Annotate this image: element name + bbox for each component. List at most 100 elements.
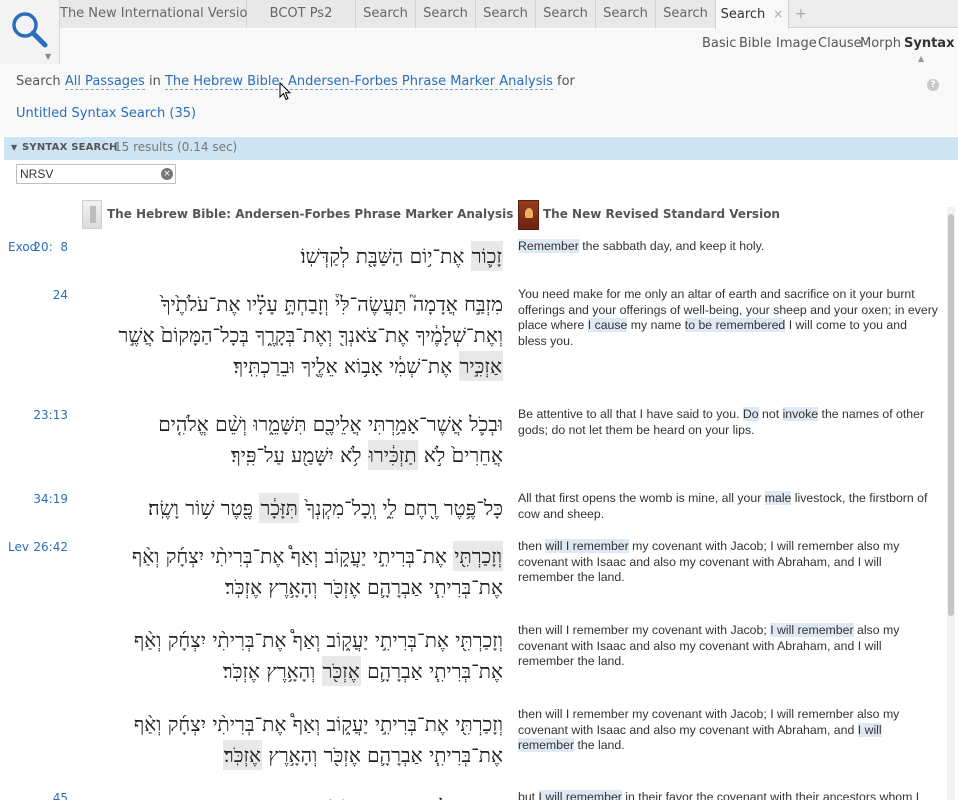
hebrew-segment[interactable]: וְזָכַרְתִּ֖י אֶת־בְּרִיתִ֣י יַעֲק֑וֹב ו… (134, 712, 503, 736)
tab-search-3[interactable]: Search (476, 0, 536, 28)
english-segment[interactable]: but (518, 790, 539, 800)
english-text: then will I remember my covenant with Ja… (518, 623, 938, 670)
english-segment[interactable]: in their favor the covenant with their a… (622, 790, 919, 800)
saved-search-link[interactable]: Untitled Syntax Search (35) (16, 106, 196, 121)
hebrew-segment[interactable]: לֹ֥א יִשָּׁמַ֖ע עַל־פִּֽיךָ׃ (231, 443, 368, 467)
hebrew-match[interactable]: אֶזְכֹּ֖ר (321, 656, 361, 686)
tab-search-2[interactable]: Search (416, 0, 476, 28)
english-match[interactable]: Do (742, 407, 759, 421)
add-tab-button[interactable]: + (795, 0, 811, 28)
english-match[interactable]: male (764, 491, 792, 505)
verse-reference[interactable]: 45 (8, 791, 68, 800)
scope-link[interactable]: All Passages (64, 74, 145, 90)
english-segment[interactable]: the land. (574, 738, 624, 752)
hebrew-match[interactable]: וְזָכַרְתִּ֖י (453, 541, 503, 571)
mode-morph[interactable]: Morph (860, 36, 901, 51)
hebrew-segment[interactable]: אֲחֵרִים֙ לֹ֣א (418, 443, 503, 467)
hebrew-segment[interactable]: אֶת־שְׁמִ֔י אָב֥וֹא אֵלֶ֖יךָ וּבֵרַכְתִּ… (233, 354, 458, 378)
hebrew-segment[interactable]: אֶת־בְּרִיתִ֧י אַבְרָהָ֛ם אֶזְכֹּ֖ר וְהָ… (262, 743, 503, 767)
hebrew-line: אֶת־בְּרִיתִ֧י אַבְרָהָ֛ם אֶזְכֹּ֖ר וְהָ… (80, 656, 503, 687)
tab-search-4[interactable]: Search (536, 0, 596, 28)
english-segment[interactable]: the sabbath day, and keep it holy. (579, 239, 764, 253)
english-match[interactable]: I will remember (538, 790, 622, 800)
hebrew-line: כָּל־פֶּ֥טֶר רֶ֖חֶם לִ֑י וְֽכָל־מִקְנְךָ… (80, 493, 503, 524)
english-segment[interactable]: Be attentive to all that I have said to … (518, 407, 743, 421)
mouse-cursor-icon (279, 82, 291, 101)
english-segment[interactable]: then will I remember my covenant with Ja… (518, 707, 899, 737)
book-name: Lev (8, 540, 29, 554)
hebrew-segment[interactable]: כָּל־פֶּ֥טֶר רֶ֖חֶם לִ֑י וְֽכָל־מִקְנְךָ… (299, 496, 503, 520)
filter-field: × (16, 164, 176, 184)
chapter-verse: 24 (52, 288, 68, 302)
tab-niv-1984[interactable]: The New International Version (1984) (60, 0, 303, 28)
verse-reference[interactable]: Exod 20: 8 (8, 240, 68, 256)
english-segment[interactable]: then will I remember my covenant with Ja… (518, 623, 770, 637)
filter-input[interactable] (17, 165, 157, 183)
hebrew-segment[interactable]: וְזָכַרְתִּ֥י לָהֶ֖ם בְּרִ֣ית רִאשֹׁנִ֑י… (306, 795, 503, 800)
english-match[interactable]: Remember (518, 239, 579, 253)
english-text: Be attentive to all that I have said to … (518, 407, 938, 438)
mode-image[interactable]: Image (776, 36, 817, 51)
hebrew-segment[interactable]: וּבְכֹ֛ל אֲשֶׁר־אָמַ֥רְתִּי אֲלֵיכֶ֖ם תִ… (158, 412, 503, 436)
english-segment[interactable]: my name (627, 318, 684, 332)
english-segment[interactable]: All that first opens the womb is mine, a… (518, 491, 765, 505)
english-match[interactable]: to be remembered (684, 318, 786, 332)
mode-basic[interactable]: Basic (702, 36, 736, 51)
mode-bible[interactable]: Bible (739, 36, 771, 51)
search-query-line: Search All Passages in The Hebrew Bible:… (16, 74, 575, 90)
mode-clause[interactable]: Clause (818, 36, 862, 51)
hebrew-segment[interactable]: וְהָאָ֥רֶץ אֶזְכֹּֽר׃ (223, 659, 322, 683)
tab-search-1[interactable]: Search (356, 0, 416, 28)
hebrew-line: וְזָכַרְתִּ֖י אֶת־בְּרִיתִ֣י יַעֲק֑וֹב ו… (80, 625, 503, 656)
hebrew-match[interactable]: זָכ֛וֹר (470, 241, 503, 271)
english-text: then will I remember my covenant with Ja… (518, 539, 938, 586)
hebrew-segment[interactable]: מִזְבַּ֣ח אֲדָמָה֮ תַּעֲשֶׂה־לִּי֒ וְזָב… (161, 292, 503, 316)
english-text: You need make for me only an altar of ea… (518, 287, 938, 349)
hebrew-match[interactable]: אַזְכִּ֣יר (458, 351, 503, 381)
english-match[interactable]: I will remember (770, 623, 854, 637)
verse-reference[interactable]: 24 (8, 288, 68, 304)
hebrew-segment[interactable]: אֶת־בְּרִיתִ֣י יַעֲק֑וֹב וְאַף֩ אֶת־בְּר… (132, 544, 453, 568)
hebrew-line: וְזָכַרְתִּ֥י לָהֶ֖ם בְּרִ֣ית רִאשֹׁנִ֑י… (80, 792, 503, 800)
hebrew-match[interactable]: תַזְכִּ֔ירוּ (367, 440, 418, 470)
verse-reference[interactable]: 23:13 (8, 408, 68, 424)
scrollbar-thumb[interactable] (948, 214, 954, 616)
help-icon[interactable]: ? (927, 79, 939, 91)
search-menu-button[interactable]: ▼ (0, 0, 60, 64)
collapse-triangle-icon[interactable]: ▼ (11, 143, 17, 152)
hebrew-line: מִזְבַּ֣ח אֲדָמָה֮ תַּעֲשֶׂה־לִּי֒ וְזָב… (80, 289, 503, 320)
search-description: Search All Passages in The Hebrew Bible:… (0, 64, 958, 136)
english-match[interactable]: I cause (587, 318, 628, 332)
verse-reference[interactable]: Lev 26:42 (8, 540, 68, 556)
mode-syntax[interactable]: Syntax (904, 36, 954, 51)
verse-reference[interactable]: 34:19 (8, 492, 68, 508)
hebrew-segment[interactable]: אֶת־בְּרִיתִ֧י אַבְרָהָ֛ם אֶזְכֹּ֖ר וְהָ… (225, 575, 503, 599)
english-segment[interactable]: not (759, 407, 783, 421)
clear-icon[interactable]: × (161, 168, 173, 180)
tab-search-active[interactable]: Search × (715, 0, 789, 29)
hebrew-text: זָכ֛וֹר אֶת־י֥וֹם הַשַּׁבָּ֖ת לְקַדְּשֽׁ… (80, 241, 503, 272)
resource-link[interactable]: The Hebrew Bible: Andersen-Forbes Phrase… (164, 74, 553, 90)
syntax-search-header[interactable]: ▼ SYNTAX SEARCH 15 results (0.14 sec) (4, 137, 958, 160)
verse-reference[interactable] (8, 624, 68, 640)
verse-reference[interactable] (8, 708, 68, 724)
tab-search-5[interactable]: Search (596, 0, 656, 28)
hebrew-segment[interactable]: פֶּ֖טֶר שׁ֥וֹר וָשֶֽׂה׃ (148, 496, 259, 520)
hebrew-match[interactable]: תִּזָּכָ֔ר (259, 493, 299, 523)
close-icon[interactable]: × (773, 7, 783, 21)
english-segment[interactable]: then (518, 539, 545, 553)
hebrew-segment[interactable]: אֶת־בְּרִיתִ֧י אַבְרָהָ֛ם (361, 659, 503, 683)
hebrew-match[interactable]: אֶזְכֹּֽר׃ (222, 740, 263, 770)
hebrew-segment[interactable]: וְאֶת־שְׁלָמֶ֔יךָ אֶת־צֹאנְךָ֖ וְאֶת־בְּ… (118, 323, 503, 347)
hebrew-text: וְזָכַרְתִּ֥י לָהֶ֖ם בְּרִ֣ית רִאשֹׁנִ֑י… (80, 792, 503, 800)
english-match[interactable]: will I remember (545, 539, 629, 553)
tab-label: Search (720, 7, 766, 22)
english-match[interactable]: invoke (782, 407, 819, 421)
hebrew-segment[interactable]: וְזָכַרְתִּ֖י אֶת־בְּרִיתִ֣י יַעֲק֑וֹב ו… (134, 628, 503, 652)
tab-bcot-ps2[interactable]: BCOT Ps2 (247, 0, 356, 28)
hebrew-segment[interactable]: אֶת־י֥וֹם הַשַּׁבָּ֖ת לְקַדְּשֽׁוֹ׃ (300, 244, 470, 268)
english-text: then will I remember my covenant with Ja… (518, 707, 938, 754)
panel-title: SYNTAX SEARCH (22, 142, 118, 153)
tab-search-6[interactable]: Search (656, 0, 716, 28)
tab-bar: The New International Version (1984) BCO… (0, 0, 958, 29)
